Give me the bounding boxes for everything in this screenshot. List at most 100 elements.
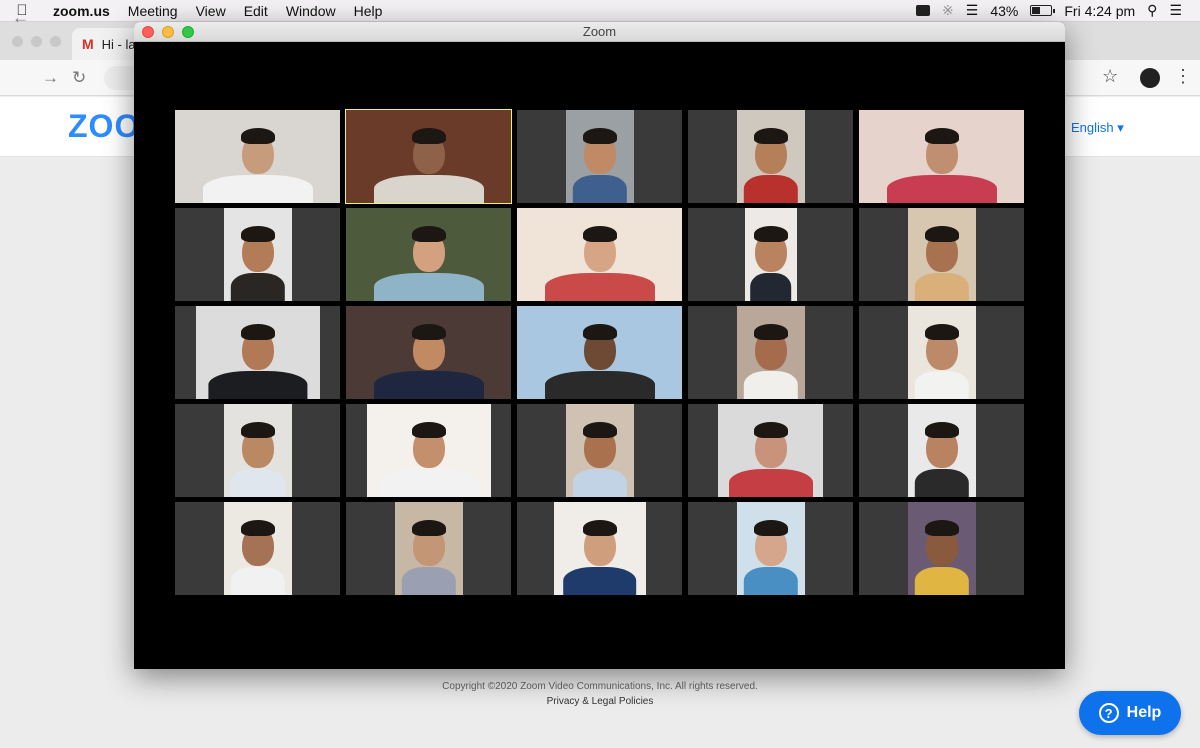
participant-hair <box>411 520 446 536</box>
participant-video-tile[interactable] <box>859 110 1024 203</box>
participant-video-tile[interactable] <box>175 208 340 301</box>
window-close-button[interactable] <box>142 26 154 38</box>
participant-hair <box>240 520 275 536</box>
menu-meeting[interactable]: Meeting <box>119 0 187 22</box>
participant-video-tile[interactable] <box>175 404 340 497</box>
participant-body <box>373 273 484 301</box>
spotlight-search-icon[interactable]: ⚲ <box>1147 2 1157 19</box>
participant-video-tile[interactable] <box>859 306 1024 399</box>
participant-video-feed <box>223 208 292 301</box>
participant-video-feed <box>859 110 1024 203</box>
participant-body <box>373 371 484 399</box>
participant-video-feed <box>744 208 797 301</box>
participant-video-tile[interactable] <box>688 110 853 203</box>
participant-video-tile[interactable] <box>688 502 853 595</box>
participant-body <box>373 175 484 203</box>
window-fullscreen-button[interactable] <box>182 26 194 38</box>
window-minimize-button[interactable] <box>162 26 174 38</box>
participant-hair <box>924 128 959 144</box>
menu-help[interactable]: Help <box>345 0 392 22</box>
participant-body <box>914 273 969 301</box>
language-selector[interactable]: English ▾ <box>1071 120 1124 136</box>
participant-video-tile[interactable] <box>688 208 853 301</box>
browser-zoom-button[interactable] <box>50 36 61 47</box>
participant-hair <box>411 422 446 438</box>
participant-hair <box>411 128 446 144</box>
menu-view[interactable]: View <box>187 0 235 22</box>
participant-video-feed <box>346 208 511 301</box>
participant-hair <box>411 324 446 340</box>
participant-video-tile[interactable] <box>859 502 1024 595</box>
participant-hair <box>753 324 788 340</box>
participant-video-tile[interactable] <box>688 306 853 399</box>
battery-icon[interactable] <box>1030 5 1056 16</box>
participant-video-tile[interactable] <box>517 404 682 497</box>
wifi-icon[interactable]: ☰ <box>966 2 979 19</box>
participant-hair <box>753 520 788 536</box>
browser-minimize-button[interactable] <box>31 36 42 47</box>
macos-menu-bar:  zoom.us Meeting View Edit Window Help … <box>0 0 1200 22</box>
participant-video-tile[interactable] <box>175 306 340 399</box>
participant-hair <box>753 226 788 242</box>
participant-video-tile[interactable] <box>346 404 511 497</box>
participant-hair <box>924 324 959 340</box>
help-button[interactable]: ? Help <box>1079 691 1181 735</box>
menu-window[interactable]: Window <box>277 0 345 22</box>
participant-video-tile[interactable] <box>517 502 682 595</box>
notification-center-icon[interactable]: ☰ <box>1169 2 1182 19</box>
participant-video-feed <box>223 502 292 595</box>
bluetooth-icon[interactable]: ※ <box>942 2 954 19</box>
bookmark-star-icon[interactable]: ☆ <box>1102 66 1118 87</box>
participant-body <box>749 273 792 301</box>
participant-video-feed <box>736 110 805 203</box>
reload-icon[interactable]: ↻ <box>72 68 86 88</box>
zoom-window-titlebar[interactable]: Zoom <box>134 22 1065 42</box>
participant-video-feed <box>565 110 634 203</box>
participant-video-feed <box>346 110 511 203</box>
participant-video-tile[interactable] <box>175 502 340 595</box>
privacy-legal-link[interactable]: Privacy & Legal Policies <box>0 696 1200 707</box>
language-label: English <box>1071 120 1114 135</box>
participant-video-feed <box>565 404 634 497</box>
back-icon[interactable]: ← <box>12 8 29 28</box>
participant-video-tile[interactable] <box>175 110 340 203</box>
participant-video-feed <box>718 404 823 497</box>
participant-hair <box>753 128 788 144</box>
gallery-view-grid <box>175 109 1024 595</box>
participant-video-tile[interactable] <box>517 306 682 399</box>
browser-tab[interactable]: M Hi - la <box>72 28 142 60</box>
participant-video-feed <box>175 110 340 203</box>
participant-hair <box>240 422 275 438</box>
participant-video-tile[interactable] <box>346 502 511 595</box>
menu-app-name[interactable]: zoom.us <box>44 0 119 22</box>
participant-hair <box>411 226 446 242</box>
participant-video-feed <box>736 502 805 595</box>
participant-video-feed <box>517 208 682 301</box>
browser-close-button[interactable] <box>12 36 23 47</box>
browser-menu-icon[interactable]: ⋮ <box>1174 66 1192 87</box>
participant-body <box>572 469 627 497</box>
participant-body <box>914 371 969 399</box>
zoom-meeting-window: Zoom <box>134 22 1065 669</box>
participant-video-tile[interactable] <box>688 404 853 497</box>
forward-icon[interactable]: → <box>42 68 59 88</box>
participant-body <box>401 567 456 595</box>
participant-body <box>914 567 969 595</box>
participant-body <box>202 175 313 203</box>
participant-hair <box>582 128 617 144</box>
zoom-logo[interactable]: ZOO <box>68 108 140 145</box>
zoom-status-icon[interactable] <box>916 5 931 16</box>
profile-avatar[interactable] <box>1140 68 1160 88</box>
participant-video-feed <box>907 502 976 595</box>
participant-video-tile[interactable] <box>517 110 682 203</box>
participant-video-tile[interactable] <box>517 208 682 301</box>
participant-video-feed <box>907 208 976 301</box>
participant-video-tile[interactable] <box>859 208 1024 301</box>
participant-video-tile[interactable] <box>345 109 512 204</box>
participant-video-tile[interactable] <box>859 404 1024 497</box>
participant-hair <box>924 226 959 242</box>
participant-video-tile[interactable] <box>346 306 511 399</box>
participant-video-tile[interactable] <box>346 208 511 301</box>
menubar-clock[interactable]: Fri 4:24 pm <box>1064 3 1135 19</box>
menu-edit[interactable]: Edit <box>235 0 277 22</box>
